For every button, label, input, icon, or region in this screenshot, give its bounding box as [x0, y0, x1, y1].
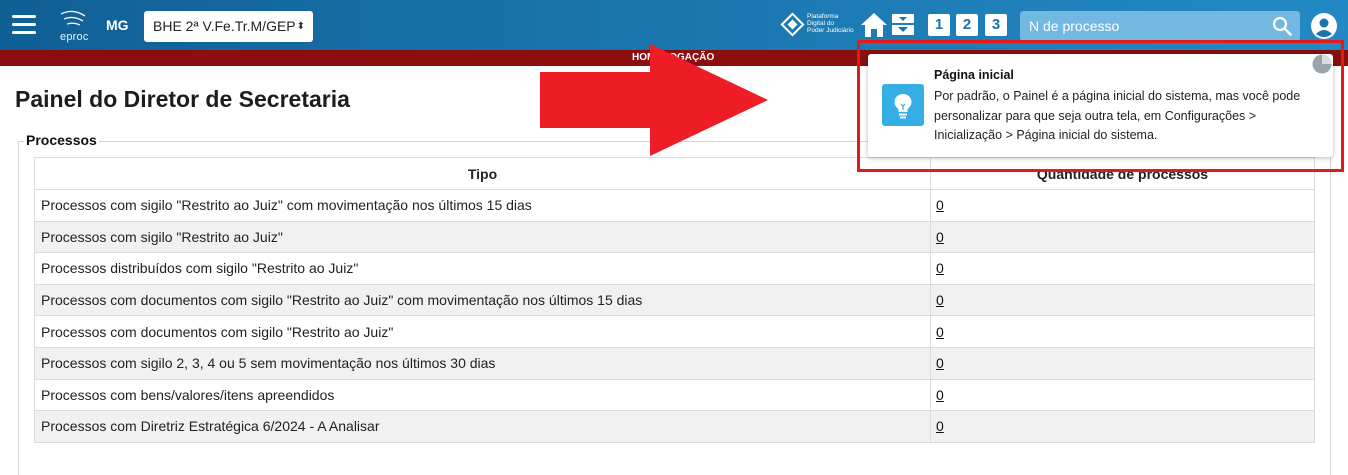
row-tipo: Processos com documentos com sigilo "Res…: [34, 283, 931, 317]
row-quantidade-link[interactable]: 0: [936, 197, 944, 213]
row-quantidade-link[interactable]: 0: [936, 260, 944, 276]
shortcut-3-button[interactable]: 3: [985, 14, 1007, 36]
search-icon[interactable]: [1272, 16, 1292, 36]
table-row: Processos com documentos com sigilo "Res…: [34, 315, 1315, 348]
column-header-tipo: Tipo: [34, 157, 931, 190]
inbox-icon[interactable]: [891, 12, 915, 36]
table-row: Processos distribuídos com sigilo "Restr…: [34, 252, 1315, 285]
state-label: MG: [106, 17, 129, 33]
row-tipo: Processos com documentos com sigilo "Res…: [34, 315, 931, 348]
table-row: Processos com sigilo "Restrito ao Juiz" …: [34, 189, 1315, 222]
home-icon[interactable]: [860, 12, 888, 38]
row-tipo: Processos com bens/valores/itens apreend…: [34, 378, 931, 412]
pdpj-line-3: Poder Judiciário: [807, 27, 854, 34]
unit-select-value: BHE 2ª V.Fe.Tr.M/GEP: [153, 18, 296, 34]
row-tipo: Processos com sigilo "Restrito ao Juiz" …: [34, 189, 931, 222]
user-icon[interactable]: [1311, 13, 1337, 39]
eproc-logo-text: eproc: [60, 31, 89, 43]
select-arrows-icon: ⬍: [296, 21, 305, 32]
row-quantidade-link[interactable]: 0: [936, 355, 944, 371]
row-tipo: Processos com Diretriz Estratégica 6/202…: [34, 410, 931, 443]
eproc-logo-mark: [60, 10, 86, 26]
row-quantidade-link[interactable]: 0: [936, 292, 944, 308]
pdpj-logo-mark: [780, 12, 805, 37]
process-search-input[interactable]: [1020, 11, 1260, 41]
table-row: Processos com Diretriz Estratégica 6/202…: [34, 410, 1315, 443]
annotation-highlight-box: [857, 40, 1344, 172]
page-title: Painel do Diretor de Secretaria: [15, 86, 350, 112]
row-quantidade-link[interactable]: 0: [936, 229, 944, 245]
shortcut-1-button[interactable]: 1: [928, 14, 950, 36]
unit-select[interactable]: BHE 2ª V.Fe.Tr.M/GEP ⬍: [144, 11, 313, 42]
processos-legend: Processos: [24, 132, 99, 148]
pdpj-line-2: Digital do: [807, 20, 835, 27]
menu-icon[interactable]: [12, 15, 36, 35]
eproc-logo[interactable]: eproc: [58, 10, 90, 43]
row-tipo: Processos distribuídos com sigilo "Restr…: [34, 252, 931, 285]
pdpj-logo: Plataforma Digital do Poder Judiciário: [780, 12, 860, 40]
pdpj-line-1: Plataforma: [807, 13, 839, 20]
table-row: Processos com sigilo "Restrito ao Juiz" …: [34, 220, 1315, 254]
annotation-arrow-icon: [540, 44, 768, 156]
shortcut-2-button[interactable]: 2: [956, 14, 978, 36]
table-row: Processos com bens/valores/itens apreend…: [34, 378, 1315, 412]
processos-table: Tipo Quantidade de processos Processos c…: [34, 157, 1315, 443]
table-row: Processos com sigilo 2, 3, 4 ou 5 sem mo…: [34, 346, 1315, 380]
row-quantidade-link[interactable]: 0: [936, 387, 944, 403]
process-search: [1020, 11, 1300, 41]
row-tipo: Processos com sigilo "Restrito ao Juiz": [34, 220, 931, 254]
row-quantidade-link[interactable]: 0: [936, 418, 944, 434]
row-tipo: Processos com sigilo 2, 3, 4 ou 5 sem mo…: [34, 346, 931, 380]
row-quantidade-link[interactable]: 0: [936, 324, 944, 340]
table-row: Processos com documentos com sigilo "Res…: [34, 283, 1315, 317]
